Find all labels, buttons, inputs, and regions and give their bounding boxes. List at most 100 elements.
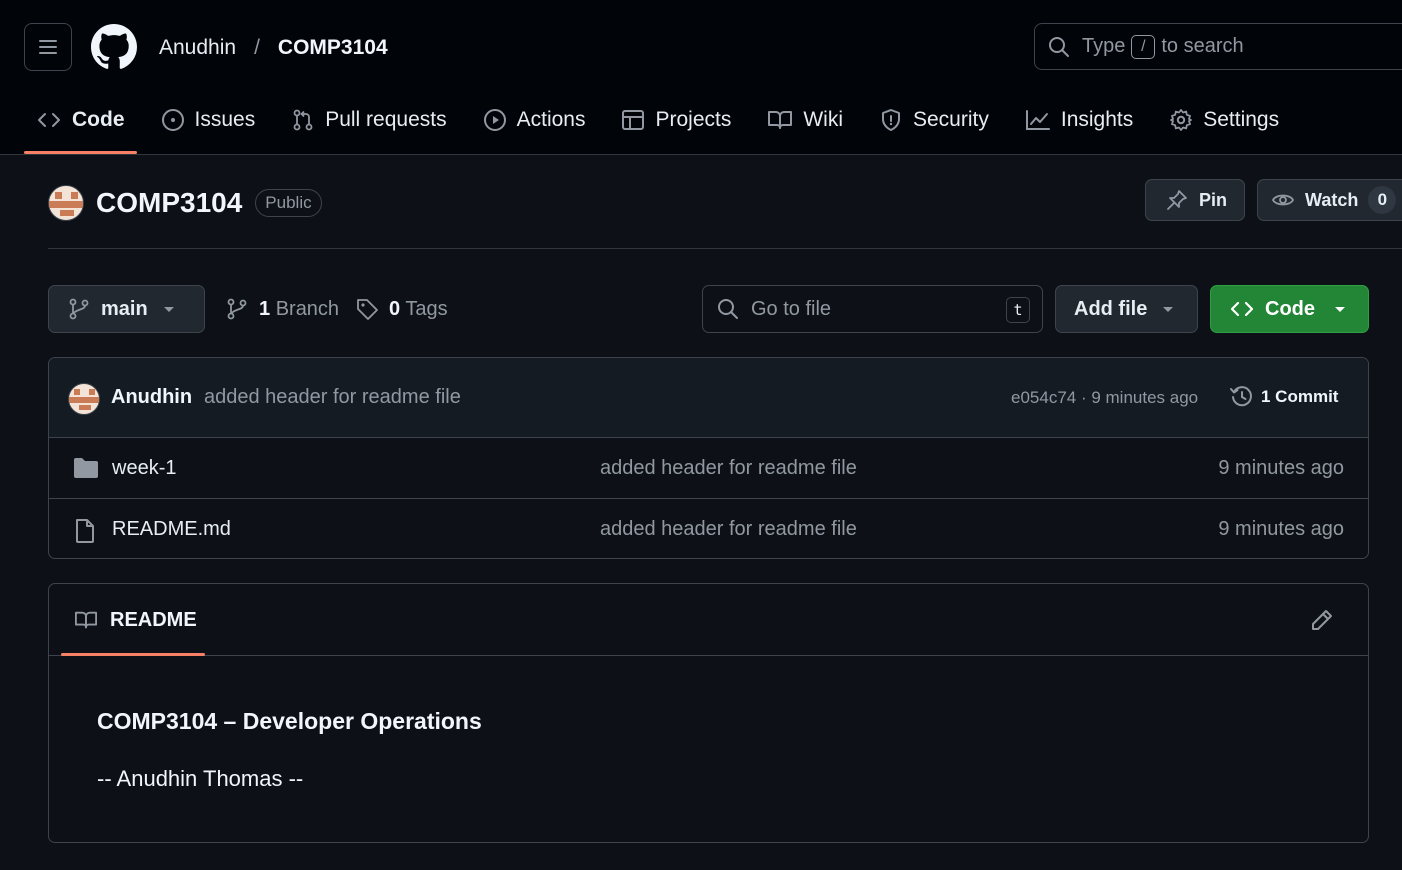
commit-history-link[interactable]: 1 Commit: [1229, 384, 1338, 410]
hamburger-icon: [39, 40, 57, 54]
go-to-file-input[interactable]: Go to file t: [702, 285, 1043, 333]
play-icon: [483, 109, 506, 131]
tab-label: Pull requests: [325, 108, 447, 131]
search-shortcut-key: /: [1131, 34, 1156, 59]
file-row[interactable]: README.md added header for readme file 9…: [49, 499, 1368, 558]
watch-label: Watch: [1305, 189, 1359, 210]
code-label: Code: [1265, 297, 1315, 320]
branches-link[interactable]: 1 Branch: [225, 297, 339, 321]
pin-label: Pin: [1199, 189, 1228, 210]
pin-button[interactable]: Pin: [1145, 179, 1245, 221]
tab-issues[interactable]: Issues: [149, 96, 268, 144]
tab-settings[interactable]: Settings: [1157, 96, 1291, 144]
commit-author[interactable]: Anudhin: [111, 386, 192, 409]
file-name[interactable]: week-1: [112, 457, 176, 480]
file-list: Anudhin added header for readme file e05…: [48, 357, 1369, 559]
repo-title-row: COMP3104 Public: [48, 180, 322, 226]
breadcrumb-separator: /: [254, 36, 260, 59]
watch-button[interactable]: Watch 0: [1257, 179, 1402, 221]
latest-commit-bar: Anudhin added header for readme file e05…: [49, 358, 1368, 438]
pull-request-icon: [293, 109, 313, 131]
add-file-label: Add file: [1074, 297, 1148, 320]
branch-select[interactable]: main: [48, 285, 205, 333]
search-input[interactable]: Type / to search: [1034, 23, 1402, 70]
tab-projects[interactable]: Projects: [609, 96, 743, 144]
graph-icon: [1025, 110, 1050, 130]
tags-link[interactable]: 0 Tags: [355, 297, 448, 321]
caret-down-icon: [1163, 307, 1174, 312]
readme-heading: COMP3104 – Developer Operations: [97, 708, 482, 734]
tag-icon: [357, 299, 378, 320]
code-icon: [38, 113, 60, 127]
add-file-button[interactable]: Add file: [1055, 285, 1198, 333]
gear-icon: [1170, 109, 1193, 131]
divider: [48, 248, 1402, 249]
tab-label: Security: [913, 108, 989, 131]
repo-title[interactable]: COMP3104: [96, 187, 242, 219]
tab-pull-requests[interactable]: Pull requests: [279, 96, 458, 144]
file-age: 9 minutes ago: [1218, 457, 1344, 479]
branch-icon: [69, 298, 89, 320]
pin-icon: [1167, 190, 1187, 210]
visibility-badge: Public: [255, 189, 322, 217]
tab-label: Issues: [194, 108, 256, 131]
commit-hash-time[interactable]: e054c74 · 9 minutes ago: [1011, 388, 1198, 408]
file-commit-message[interactable]: added header for readme file: [600, 457, 857, 480]
search-suffix: to search: [1161, 35, 1244, 57]
pencil-icon[interactable]: [1310, 608, 1334, 632]
shield-icon: [882, 109, 900, 131]
tab-wiki[interactable]: Wiki: [755, 96, 855, 144]
tab-insights[interactable]: Insights: [1013, 96, 1145, 144]
commit-count-label: 1 Commit: [1261, 387, 1339, 406]
tab-code[interactable]: Code: [24, 96, 137, 154]
caret-down-icon: [1335, 307, 1345, 312]
tag-count: 0: [389, 297, 401, 320]
tab-label: Wiki: [803, 108, 843, 131]
book-icon: [768, 111, 793, 129]
folder-icon: [74, 458, 98, 478]
commit-message[interactable]: added header for readme file: [204, 386, 461, 409]
code-button[interactable]: Code: [1210, 285, 1369, 333]
branch-icon: [227, 298, 247, 320]
breadcrumb: Anudhin / COMP3104: [159, 34, 388, 62]
file-row[interactable]: week-1 added header for readme file 9 mi…: [49, 438, 1368, 499]
breadcrumb-repo[interactable]: COMP3104: [278, 36, 388, 60]
readme-panel: README COMP3104 – Developer Operations -…: [48, 583, 1369, 843]
book-icon: [74, 611, 97, 629]
go-to-file-shortcut: t: [1006, 297, 1030, 323]
readme-header: README: [49, 584, 1368, 656]
search-icon: [1049, 36, 1069, 57]
tab-label: Actions: [516, 108, 586, 131]
tab-security[interactable]: Security: [867, 96, 1001, 144]
issue-icon: [161, 109, 184, 131]
readme-paragraph: -- Anudhin Thomas --: [97, 766, 304, 791]
branch-count: 1: [259, 297, 271, 320]
table-icon: [622, 110, 645, 130]
menu-button[interactable]: [24, 23, 72, 71]
github-logo-icon[interactable]: [91, 24, 137, 70]
avatar[interactable]: [68, 383, 100, 415]
branch-name: main: [101, 297, 148, 320]
go-to-file-placeholder: Go to file: [751, 297, 832, 320]
tab-label: Insights: [1060, 108, 1134, 131]
history-icon: [1230, 386, 1252, 407]
search-icon: [718, 299, 738, 319]
tab-label: Settings: [1203, 108, 1280, 131]
tab-label: Code: [72, 108, 125, 131]
tab-readme[interactable]: README: [61, 584, 205, 656]
global-header: Anudhin / COMP3104 Type / to search Code…: [0, 0, 1402, 155]
watch-count: 0: [1368, 186, 1397, 214]
search-prefix: Type: [1082, 35, 1126, 57]
caret-down-icon: [163, 307, 174, 312]
tag-count-label: Tags: [405, 297, 448, 320]
avatar[interactable]: [48, 185, 84, 221]
readme-tab-label: README: [110, 608, 197, 631]
file-age: 9 minutes ago: [1218, 518, 1344, 540]
tab-actions[interactable]: Actions: [471, 96, 598, 144]
file-commit-message[interactable]: added header for readme file: [600, 518, 857, 541]
tab-label: Projects: [655, 108, 732, 131]
file-icon: [76, 519, 94, 543]
breadcrumb-owner[interactable]: Anudhin: [159, 36, 236, 60]
branch-count-label: Branch: [275, 297, 340, 320]
file-name[interactable]: README.md: [112, 518, 231, 541]
